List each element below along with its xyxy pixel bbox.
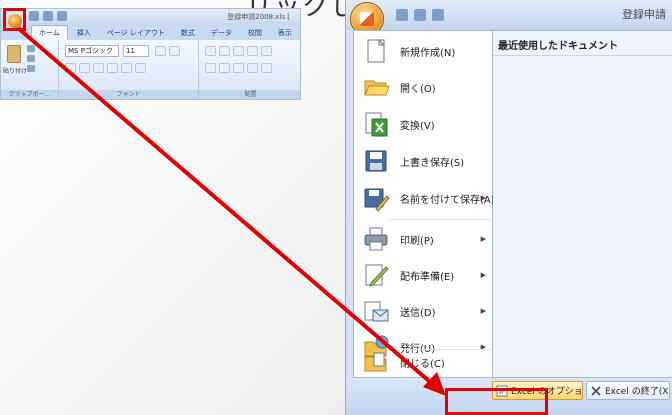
submenu-arrow-icon: ▶ <box>480 194 486 202</box>
menu-item-close[interactable]: 閉じる(C) <box>354 345 494 379</box>
convert-icon <box>365 112 388 137</box>
mini-align-bottom-buttons <box>205 63 272 73</box>
mini-align-center-icon[interactable] <box>219 63 230 73</box>
menu-item-save-as[interactable]: 名前を付けて保存(A) ▶ <box>354 180 495 216</box>
mini-tab-home[interactable]: ホーム <box>31 25 68 40</box>
close-document-icon <box>364 352 387 372</box>
mini-align-bottom-icon[interactable] <box>233 46 244 56</box>
menu-item-send[interactable]: 送信(D) ▶ <box>354 293 494 329</box>
mini-title-bar: 登録申請2008.xls [ <box>1 9 300 24</box>
mini-align-left-icon[interactable] <box>205 63 216 73</box>
mini-redo-icon[interactable] <box>57 11 67 21</box>
menu-label-prepare: 配布準備(E) <box>400 271 455 283</box>
mini-group-alignment: 配置 <box>199 40 300 99</box>
menu-item-convert[interactable]: 変換(V) <box>354 106 494 142</box>
mini-align-top-buttons <box>205 46 272 56</box>
submenu-arrow-icon: ▶ <box>480 307 486 315</box>
print-icon <box>364 227 388 251</box>
mini-tab-page-layout[interactable]: ページ レイアウト <box>100 26 172 40</box>
mini-quick-access-toolbar <box>29 11 67 21</box>
mini-border-icon[interactable] <box>107 63 118 73</box>
mini-merge-icon[interactable] <box>261 63 272 73</box>
mini-cut-icon[interactable] <box>27 45 35 52</box>
menu-item-prepare[interactable]: 配布準備(E) ▶ <box>354 257 494 293</box>
mini-save-icon[interactable] <box>29 11 39 21</box>
mini-tab-formulas[interactable]: 数式 <box>174 26 202 40</box>
mini-excel-ribbon-screenshot: 登録申請2008.xls [ ホーム 挿入 ページ レイアウト 数式 データ 校… <box>0 8 301 100</box>
mini-tab-review[interactable]: 校閲 <box>241 26 269 40</box>
mini-clipboard-icons <box>27 45 35 72</box>
prepare-icon <box>365 264 389 287</box>
mini-group-font: MS Pゴシック 11 フォント <box>59 40 199 99</box>
mini-align-top-icon[interactable] <box>205 46 216 56</box>
mini-ribbon-tabs: ホーム 挿入 ページ レイアウト 数式 データ 校閲 表示 <box>1 24 300 40</box>
menu-item-print[interactable]: 印刷(P) ▶ <box>354 221 494 257</box>
mini-group-label-clipboard: クリップボー… <box>1 90 58 99</box>
mini-undo-icon[interactable] <box>43 11 53 21</box>
recent-documents-title: 最近使用したドキュメント <box>493 31 672 56</box>
mini-wrap-text-icon[interactable] <box>261 46 272 56</box>
mini-paste-icon[interactable] <box>7 45 21 63</box>
menu-item-save[interactable]: 上書き保存(S) <box>354 143 494 179</box>
submenu-arrow-icon: ▶ <box>480 271 486 279</box>
menu-item-new[interactable]: 新規作成(N) <box>354 33 494 69</box>
mini-group-label-alignment: 配置 <box>199 90 300 99</box>
mini-ribbon-body: 貼り付け クリップボー… MS Pゴシック 11 フォント 配置 <box>1 40 300 99</box>
menu-separator <box>390 219 494 220</box>
mini-font-name-box[interactable]: MS Pゴシック <box>65 45 119 57</box>
mini-underline-icon[interactable] <box>93 63 104 73</box>
submenu-arrow-icon: ▶ <box>480 235 486 243</box>
mini-bold-icon[interactable] <box>65 63 76 73</box>
mini-tab-insert[interactable]: 挿入 <box>70 26 98 40</box>
menu-label-open: 開く(O) <box>400 83 436 95</box>
menu-label-send: 送信(D) <box>400 307 436 319</box>
menu-label-convert: 変換(V) <box>400 120 435 132</box>
mini-paste-label: 貼り付け <box>3 68 28 75</box>
mini-font-color-icon[interactable] <box>135 63 146 73</box>
excel-options-highlight-box <box>445 388 548 415</box>
mini-font-grow-shrink <box>155 46 180 56</box>
quick-access-toolbar <box>396 9 444 21</box>
redo-qat-icon[interactable] <box>432 9 444 21</box>
menu-label-print: 印刷(P) <box>400 235 434 247</box>
exit-excel-label: Excel の終了(X) <box>605 387 670 397</box>
mini-doc-title: 登録申請2008.xls [ <box>227 13 290 21</box>
mini-font-style-buttons <box>65 63 146 73</box>
mini-shrink-font-icon[interactable] <box>169 46 180 56</box>
send-icon <box>364 301 389 322</box>
recent-documents-panel: 最近使用したドキュメント <box>493 30 672 378</box>
mini-group-clipboard: 貼り付け クリップボー… <box>1 40 59 99</box>
exit-excel-button[interactable]: Excel の終了(X) <box>586 381 670 400</box>
office-button-highlight-box <box>3 8 26 31</box>
undo-qat-icon[interactable] <box>414 9 426 21</box>
mini-tab-data[interactable]: データ <box>204 26 239 40</box>
mini-decrease-indent-icon[interactable] <box>247 63 258 73</box>
mini-italic-icon[interactable] <box>79 63 90 73</box>
menu-label-close: 閉じる(C) <box>400 358 445 370</box>
document-title: 登録申請 <box>622 8 666 21</box>
mini-copy-icon[interactable] <box>27 55 35 62</box>
mini-font-size-box[interactable]: 11 <box>123 45 149 57</box>
save-qat-icon[interactable] <box>396 9 408 21</box>
menu-label-new: 新規作成(N) <box>400 47 456 59</box>
mini-align-right-icon[interactable] <box>233 63 244 73</box>
office-menu-commands: 新規作成(N) 開く(O) 変換(V) 上書き保存(S) 名前を付けて保存(A)… <box>353 30 495 379</box>
menu-label-save: 上書き保存(S) <box>400 157 465 169</box>
mini-orientation-icon[interactable] <box>247 46 258 56</box>
title-bar: 登録申請 <box>346 0 672 30</box>
open-folder-icon <box>364 80 390 96</box>
mini-fill-color-icon[interactable] <box>121 63 132 73</box>
mini-format-painter-icon[interactable] <box>27 65 35 72</box>
mini-grow-font-icon[interactable] <box>155 46 166 56</box>
menu-item-open[interactable]: 開く(O) <box>354 69 494 105</box>
save-icon <box>365 150 387 172</box>
save-as-icon <box>364 188 390 212</box>
mini-group-label-font: フォント <box>59 90 198 99</box>
new-document-icon <box>367 38 386 63</box>
close-icon <box>591 385 601 396</box>
office-menu-screenshot: 登録申請 新規作成(N) 開く(O) 変換(V) 上書き保存(S) 名前を付けて… <box>345 0 672 415</box>
mini-tab-view[interactable]: 表示 <box>271 26 299 40</box>
mini-align-middle-icon[interactable] <box>219 46 230 56</box>
